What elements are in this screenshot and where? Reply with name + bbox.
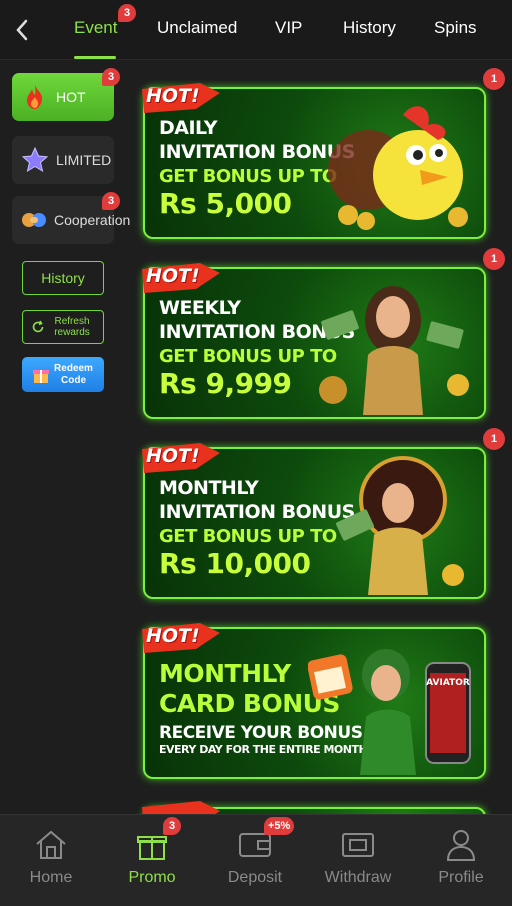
banner-title-line1: MONTHLY (159, 659, 291, 688)
refresh-rewards-label: Refresh rewards (54, 316, 90, 338)
aviator-brand-text: AVIATOR (426, 678, 470, 688)
banner-title-line1: MONTHLY (159, 477, 259, 499)
promo-page: Event 3 Unclaimed VIP History Spins HOT … (0, 0, 512, 906)
sidebar-item-label: LIMITED (56, 152, 112, 168)
top-tab-bar: Event 3 Unclaimed VIP History Spins (0, 0, 512, 60)
hot-tag-label: HOT! (146, 265, 200, 287)
banner-amount: Rs 5,000 (159, 187, 292, 220)
banner-badge: 1 (483, 428, 505, 450)
sidebar-item-cooperation[interactable]: Cooperation (12, 196, 131, 244)
history-button-label: History (41, 270, 85, 286)
hot-tag-label: HOT! (146, 625, 200, 647)
hot-tag: HOT! (140, 259, 222, 297)
history-button[interactable]: History (22, 261, 104, 295)
nav-withdraw[interactable]: Withdraw (307, 815, 409, 906)
nav-label: Deposit (227, 869, 283, 886)
active-tab-indicator (74, 56, 116, 59)
fire-icon (20, 82, 50, 112)
redeem-code-button[interactable]: Redeem Code (22, 357, 104, 392)
back-button[interactable] (10, 16, 34, 44)
banner-title-line1: WEEKLY (159, 297, 241, 319)
sidebar-item-hot[interactable]: HOT (12, 73, 114, 121)
refresh-rewards-button[interactable]: Refresh rewards (22, 310, 104, 344)
refresh-icon (32, 320, 44, 333)
tab-unclaimed[interactable]: Unclaimed (157, 18, 237, 38)
banner-title-line1: DAILY (159, 117, 217, 139)
banner-amount: Rs 9,999 (159, 367, 292, 400)
nav-home[interactable]: Home (0, 815, 102, 906)
sidebar-coop-badge: 3 (102, 192, 120, 210)
roulette-woman-icon (336, 456, 464, 595)
rooster-mascot-icon (328, 106, 468, 230)
banner-badge: 1 (483, 68, 505, 90)
chevron-left-icon (16, 19, 28, 41)
home-icon (33, 827, 69, 863)
nav-label: Withdraw (324, 869, 392, 886)
sidebar-item-label: Cooperation (54, 211, 131, 228)
nav-promo[interactable]: Promo (101, 815, 203, 906)
sidebar-hot-badge: 3 (102, 68, 120, 86)
redeem-code-label: Redeem Code (54, 362, 93, 386)
hot-tag: HOT! (140, 619, 222, 657)
sidebar-item-label: HOT (56, 89, 86, 105)
nav-label: Profile (438, 869, 484, 886)
ticket-icon (340, 827, 376, 863)
hot-tag-label: HOT! (146, 445, 200, 467)
banner-amount: Rs 10,000 (159, 547, 311, 580)
aviator-pilot-icon: AVIATOR (308, 649, 471, 775)
star-icon (20, 145, 50, 175)
bottom-nav: Home Promo 3 Deposit +5% Withdraw Profil… (0, 814, 512, 906)
handshake-icon (20, 205, 48, 235)
gift-box-icon (32, 369, 49, 383)
banner-badge: 1 (483, 248, 505, 270)
nav-promo-badge: 3 (163, 817, 181, 835)
tab-vip[interactable]: VIP (275, 18, 302, 38)
hot-tag: HOT! (140, 439, 222, 477)
woman-with-cash-icon (319, 286, 469, 415)
tab-history[interactable]: History (343, 18, 396, 38)
tab-event[interactable]: Event (74, 18, 117, 38)
nav-deposit-badge: +5% (264, 817, 295, 835)
sidebar-item-limited[interactable]: LIMITED (12, 136, 114, 184)
nav-profile[interactable]: Profile (410, 815, 512, 906)
hot-tag-label: HOT! (146, 85, 200, 107)
tab-spins[interactable]: Spins (434, 18, 477, 38)
tab-event-badge: 3 (118, 4, 136, 22)
hot-tag: HOT! (140, 79, 222, 117)
profile-icon (443, 827, 479, 863)
nav-label: Home (29, 869, 73, 886)
nav-label: Promo (128, 869, 176, 886)
